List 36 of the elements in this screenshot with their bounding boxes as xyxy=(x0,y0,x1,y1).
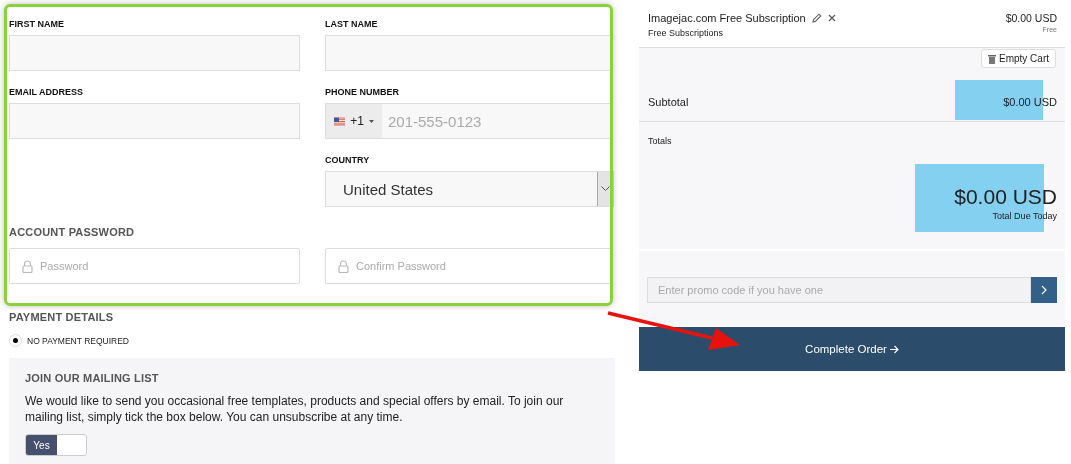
pencil-icon[interactable] xyxy=(811,13,822,23)
lock-icon xyxy=(338,259,349,273)
dial-code[interactable]: +1 xyxy=(350,114,364,128)
country-select[interactable]: United States xyxy=(325,171,614,207)
input-field[interactable] xyxy=(325,35,612,71)
field-label: FIRST NAME xyxy=(9,19,65,30)
mailing-text: We would like to send you occasional free templates, products and special offers by email. To join our mailing list, simply tick the box below. You can unsubscribe at any time. xyxy=(25,393,565,425)
apply-button[interactable] xyxy=(1031,277,1057,303)
input-field[interactable] xyxy=(9,103,300,139)
totals-label: Totals xyxy=(648,136,672,146)
flag-icon xyxy=(334,115,346,127)
arrow-icon xyxy=(889,344,899,354)
phone-field[interactable]: +1 201-555-0123 xyxy=(325,103,612,139)
subtotal-label: Subtotal xyxy=(648,96,689,108)
input-field[interactable] xyxy=(9,35,300,71)
section-heading: JOIN OUR MAILING LIST xyxy=(25,372,160,384)
subtotal-amount: $0.00 USD xyxy=(1003,96,1057,108)
product-name: Imagejac.com Free Subscription xyxy=(648,12,806,24)
complete-order-button[interactable]: Complete Order xyxy=(639,327,1065,371)
field-label: EMAIL ADDRESS xyxy=(9,87,84,98)
section-heading: PAYMENT DETAILS xyxy=(9,311,115,323)
close-icon[interactable] xyxy=(827,14,836,22)
caret-icon xyxy=(369,118,374,124)
empty-cart-button[interactable]: Empty Cart xyxy=(981,49,1056,68)
radio-label: NO PAYMENT REQUIRED xyxy=(27,335,129,346)
field-label: COUNTRY xyxy=(325,155,371,166)
section-heading: ACCOUNT PASSWORD xyxy=(9,226,136,238)
lock-icon xyxy=(22,259,33,273)
product-group: Free Subscriptions xyxy=(648,28,836,38)
total-caption: Total Due Today xyxy=(991,211,1057,221)
chevron-icon xyxy=(1041,285,1047,295)
toggle-switch[interactable]: Yes xyxy=(25,434,87,456)
trash-icon xyxy=(988,53,996,64)
field-label: LAST NAME xyxy=(325,19,379,30)
field-label: PHONE NUMBER xyxy=(325,87,400,98)
price: $0.00 USD xyxy=(1005,12,1057,24)
